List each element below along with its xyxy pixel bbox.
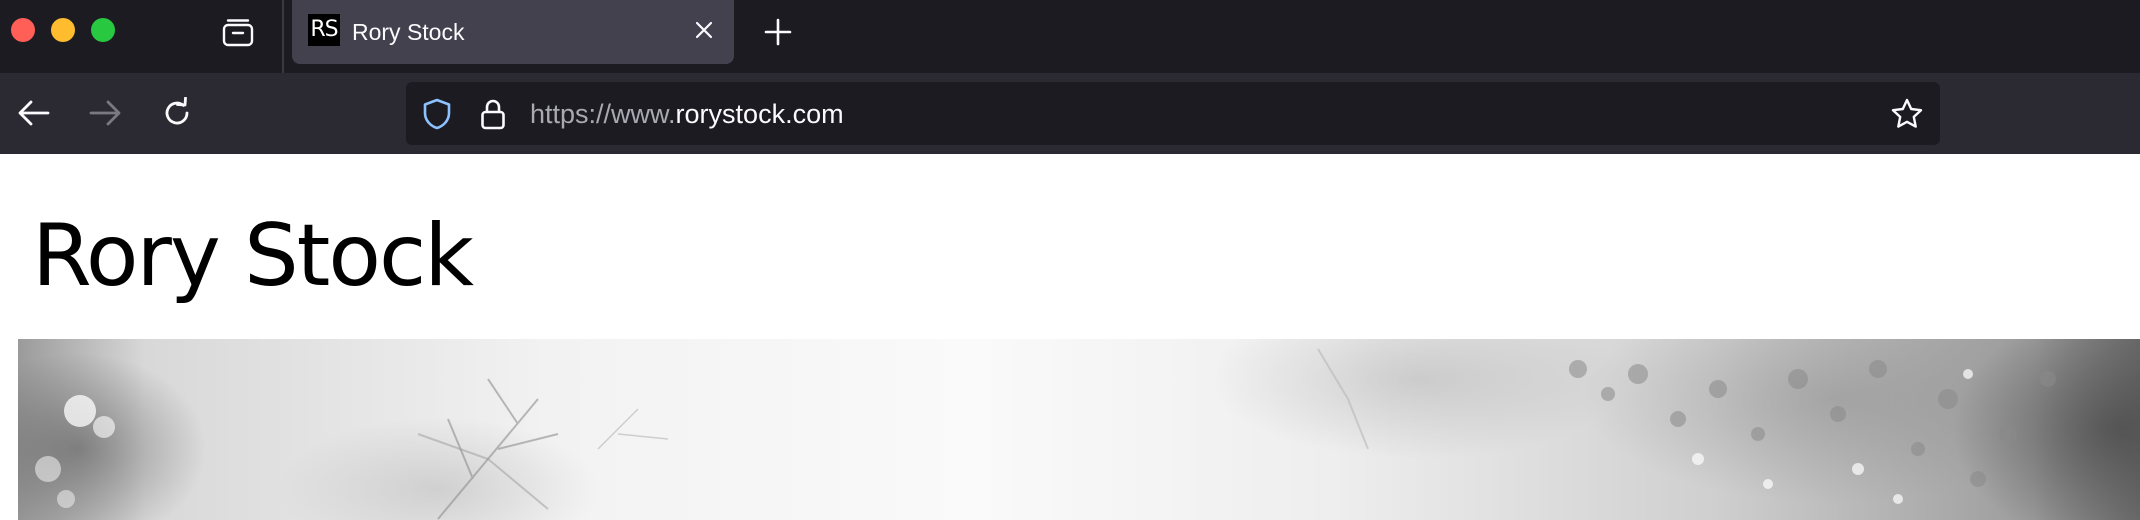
tracking-protection-button[interactable] [420, 96, 454, 132]
tab-manager-button[interactable] [218, 14, 258, 50]
site-title[interactable]: Rory Stock [32, 206, 474, 306]
shield-icon [423, 98, 451, 130]
bookmark-button[interactable] [1888, 95, 1926, 133]
close-window-button[interactable] [11, 18, 35, 42]
reload-icon [165, 97, 189, 125]
arrow-left-icon [18, 100, 50, 126]
hero-image [18, 339, 2140, 520]
reload-button[interactable] [157, 93, 197, 133]
plus-icon [764, 18, 792, 46]
url-text[interactable]: https://www.rorystock.com [530, 98, 844, 130]
lock-icon [481, 99, 505, 130]
tab-divider [282, 0, 284, 73]
new-tab-button[interactable] [758, 12, 798, 52]
web-page-content: Rory Stock [0, 154, 2140, 520]
url-prefix: https://www. [530, 99, 676, 129]
arrow-right-icon [89, 100, 121, 126]
maximize-window-button[interactable] [91, 18, 115, 42]
tab-manager-icon [222, 19, 254, 47]
site-security-button[interactable] [476, 95, 510, 133]
minimize-window-button[interactable] [51, 18, 75, 42]
address-bar[interactable]: https://www.rorystock.com [406, 82, 1940, 145]
tab-strip: RS Rory Stock [0, 0, 2140, 73]
star-icon [1891, 98, 1923, 128]
forward-button[interactable] [85, 93, 125, 133]
hero-image-texture [35, 348, 2056, 520]
site-favicon: RS [308, 14, 340, 46]
tab-title: Rory Stock [352, 19, 465, 45]
navigation-toolbar: https://www.rorystock.com [0, 73, 2140, 154]
close-tab-button[interactable] [688, 14, 720, 46]
url-domain: rorystock.com [675, 99, 844, 129]
close-icon [695, 21, 713, 39]
active-tab[interactable]: RS Rory Stock [292, 0, 734, 64]
back-button[interactable] [14, 93, 54, 133]
